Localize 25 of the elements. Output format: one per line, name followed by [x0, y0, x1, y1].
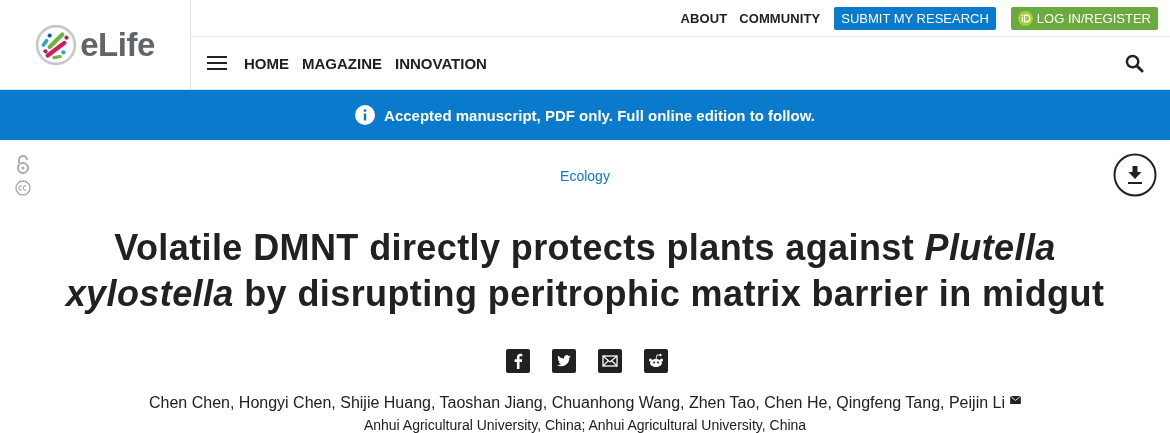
nav-link[interactable]: COMMUNITY: [739, 10, 821, 26]
info-icon: [355, 105, 376, 125]
email-icon: [1010, 396, 1021, 404]
orcid-icon: [1017, 10, 1033, 26]
logo-mark-icon: [35, 23, 78, 66]
facebook-share-icon[interactable]: [506, 349, 530, 373]
twitter-share-icon[interactable]: [552, 349, 576, 373]
elife-logo[interactable]: eLife: [35, 23, 155, 66]
reddit-share-icon[interactable]: [644, 349, 668, 373]
nav-link[interactable]: INNOVATION: [395, 54, 487, 72]
subject-link[interactable]: Ecology: [560, 168, 610, 184]
notice-banner: Accepted manuscript, PDF only. Full online edition to follow.: [0, 90, 1170, 140]
nav-link[interactable]: ABOUT: [680, 10, 728, 26]
search-icon[interactable]: [1125, 53, 1144, 73]
submit-button[interactable]: SUBMIT MY RESEARCH: [834, 6, 996, 30]
author-list: Chen Chen, Hongyi Chen, Shijie Huang, Taoshan Jiang, Chuanhong Wang, Zhen Tao, Chen He, Qingfeng Tang, Peijin Li: [149, 394, 1005, 412]
email-share-icon[interactable]: [598, 349, 622, 373]
open-access-icon: [16, 155, 30, 175]
nav-link[interactable]: HOME: [244, 54, 289, 72]
nav-link[interactable]: MAGAZINE: [302, 54, 382, 72]
download-icon[interactable]: [1113, 153, 1157, 197]
creative-commons-icon: [15, 180, 31, 196]
article-title: Volatile DMNT directly protects plants against Plutella xylostella by disrupting peritrophic matrix barrier in midgut: [63, 226, 1106, 316]
menu-icon[interactable]: [207, 56, 227, 70]
affiliation-text: Anhui Agricultural University, China; Anhui Agricultural University, China: [362, 417, 808, 433]
